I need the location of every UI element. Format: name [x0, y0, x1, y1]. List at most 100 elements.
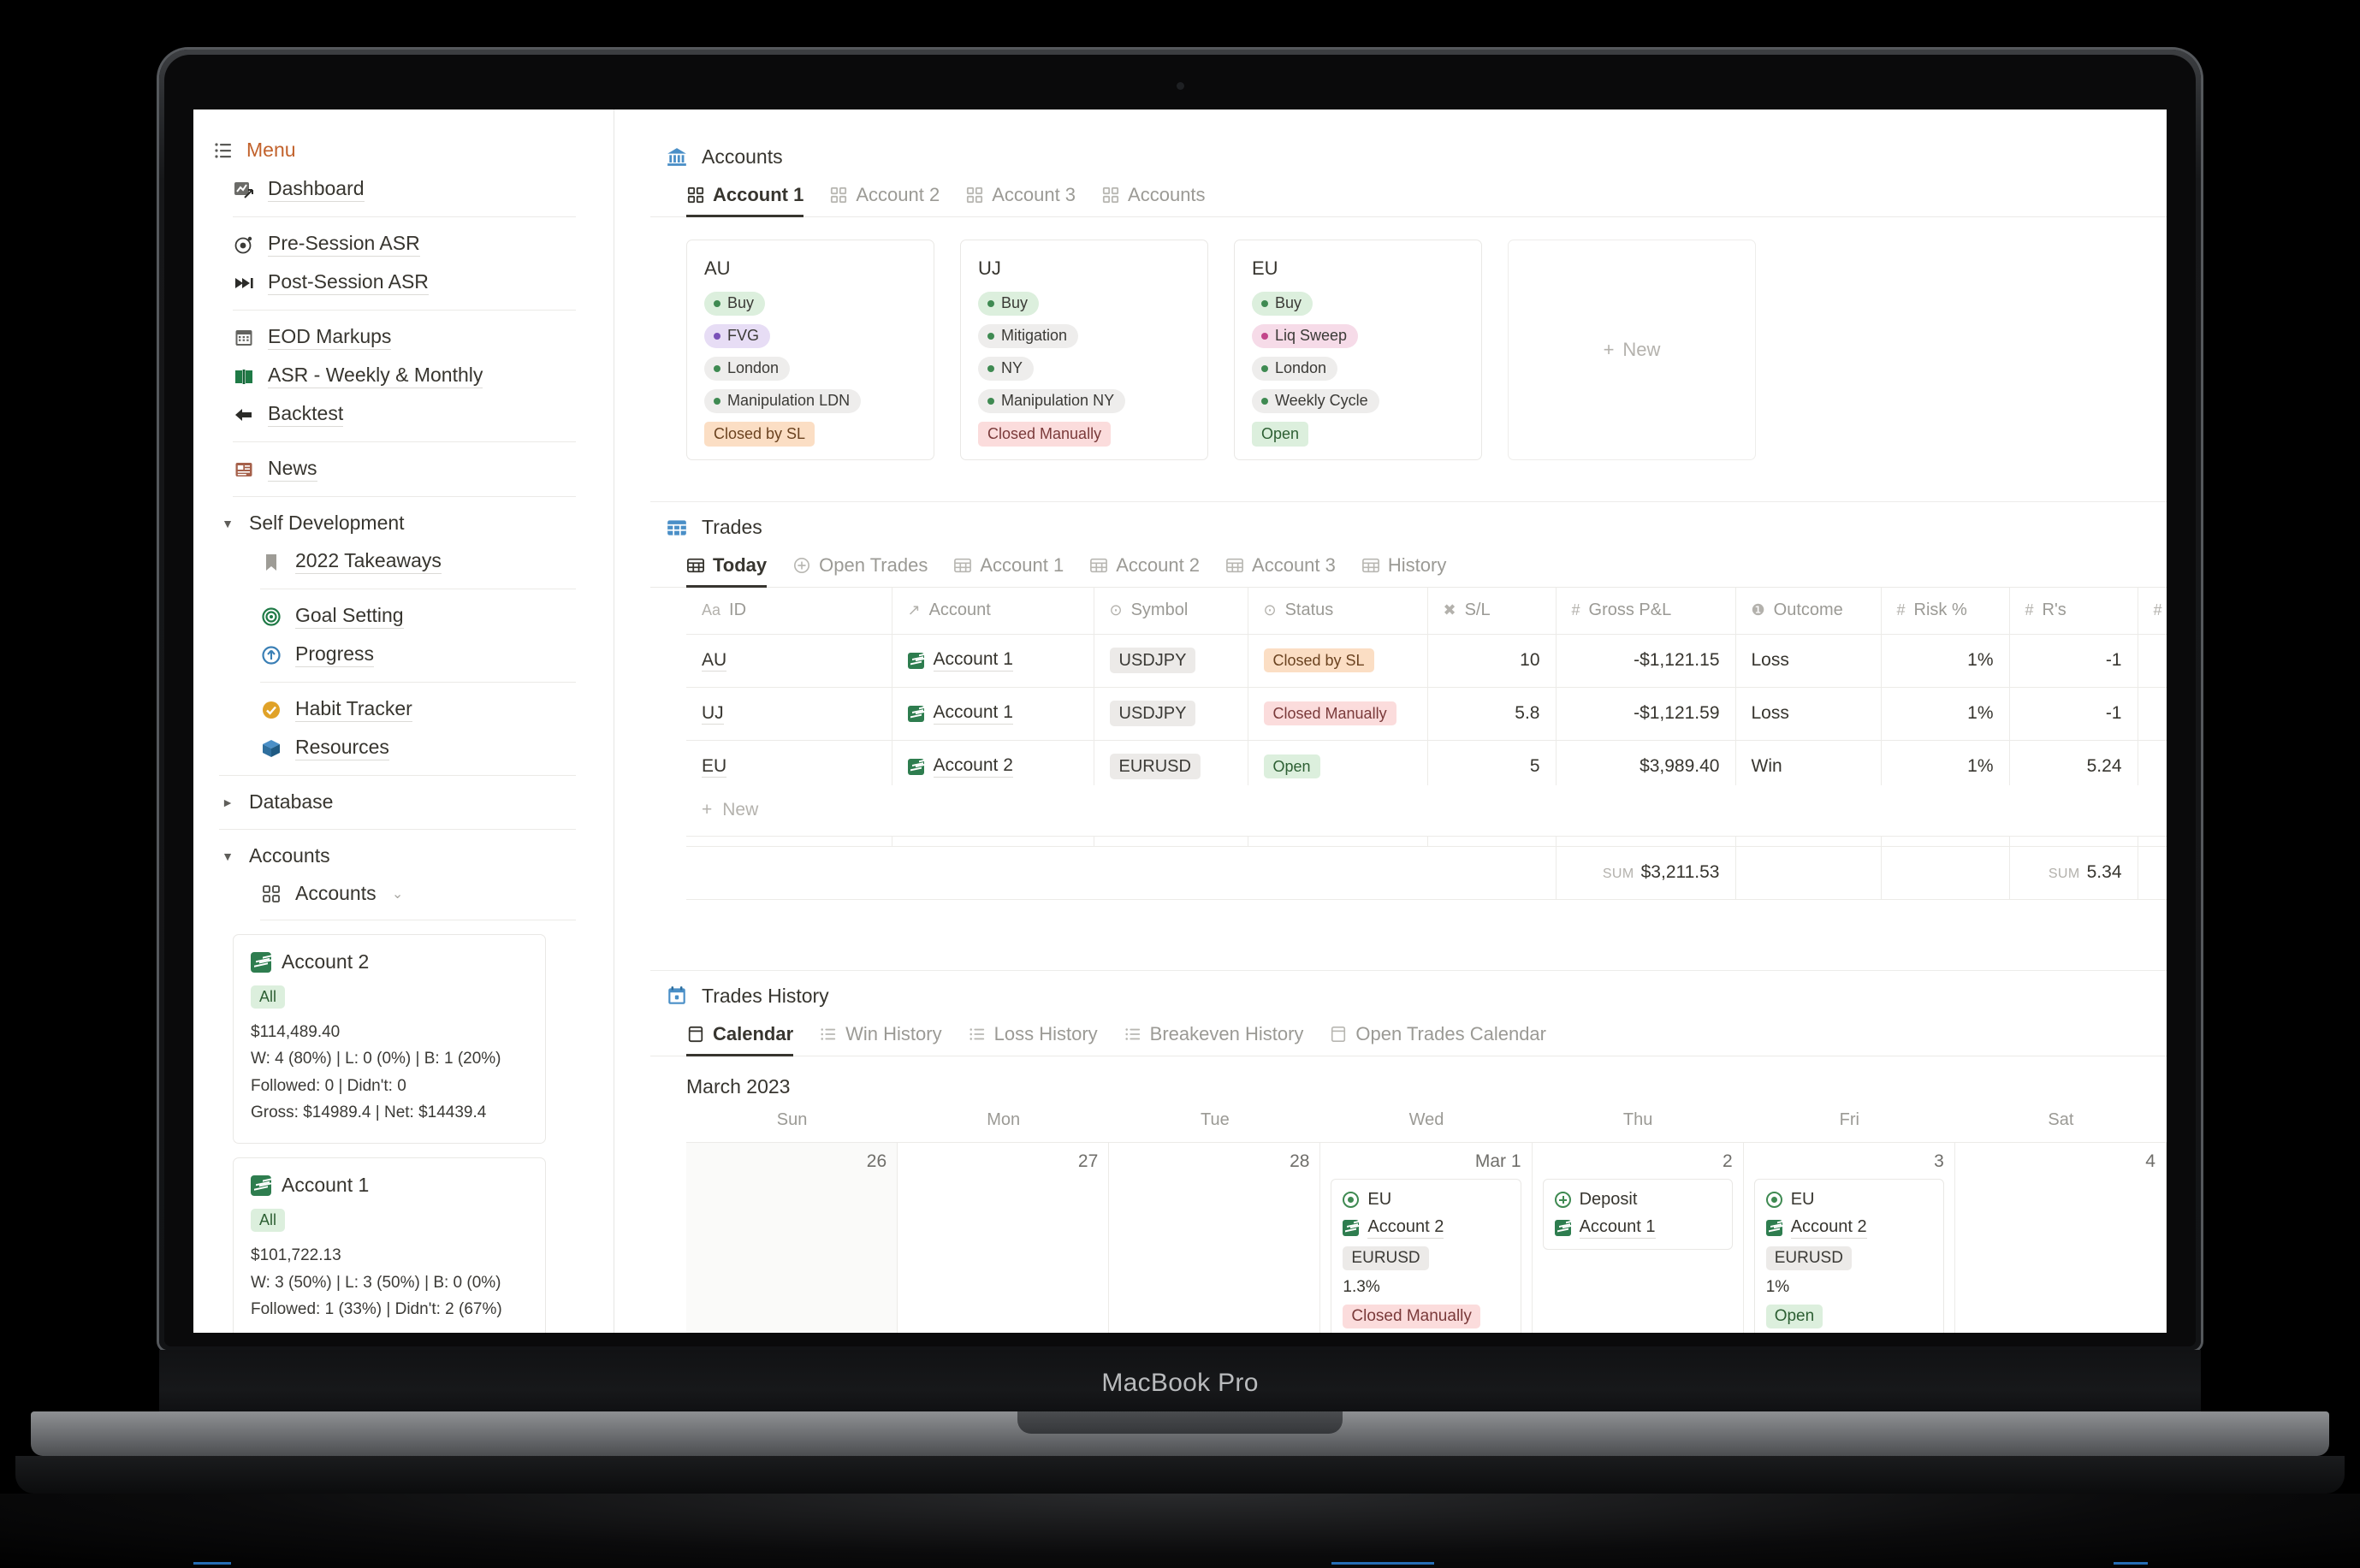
table-row[interactable]: AU Account 1 USDJPY Closed by SL 10 -$1,… — [686, 634, 2167, 688]
cell-account[interactable]: Account 1 — [892, 687, 1094, 741]
column-header-rs[interactable]: # R's — [2009, 588, 2138, 635]
sidebar-group-self-development[interactable]: ▼ Self Development — [214, 505, 576, 542]
calendar-event[interactable]: EU Account 2 EURUSD 1.3% Closed Manually — [1331, 1178, 1521, 1333]
calendar-day-cell[interactable]: 28 — [1109, 1142, 1321, 1333]
cell-symbol: USDJPY — [1094, 634, 1248, 688]
sidebar-item-label: Resources — [295, 736, 389, 760]
select-icon: ⊙ — [1263, 601, 1277, 619]
sidebar-group-accounts[interactable]: ▼ Accounts — [214, 837, 576, 875]
column-header-risk[interactable]: # Risk % — [1881, 588, 2010, 635]
cell-outcome: Loss — [1735, 634, 1882, 688]
trades-panel: Trades Today Open Trades Account 1 Accou… — [650, 501, 2167, 951]
chart-icon — [1765, 1219, 1782, 1236]
sidebar-item-dashboard[interactable]: Dashboard — [214, 170, 576, 209]
sidebar-item-accounts[interactable]: Accounts ⌄ — [214, 875, 576, 912]
calendar-weekday-header: Sun Mon Tue Wed Thu Fri Sat — [686, 1110, 2167, 1142]
tab-open-trades[interactable]: Open Trades — [792, 554, 928, 587]
cell-risk: 1% — [1881, 687, 2010, 741]
cell-gross: -$1,121.15 — [1556, 634, 1736, 688]
plus-ring-icon — [1554, 1191, 1571, 1208]
calendar-day-cell[interactable]: 27 — [898, 1142, 1110, 1333]
column-header-id[interactable]: Aa ID — [686, 588, 892, 635]
trade-card[interactable]: AU Buy FVG London Manipulation LDN Close… — [686, 240, 934, 460]
accounts-panel-title: Accounts — [702, 145, 783, 168]
column-header-status[interactable]: ⊙ Status — [1248, 588, 1428, 635]
event-account-line[interactable]: Account 2 — [1765, 1217, 1932, 1239]
account-card-badge: All — [251, 985, 286, 1009]
event-account-line[interactable]: Account 1 — [1554, 1217, 1721, 1239]
sidebar-item-habit-tracker[interactable]: Habit Tracker — [214, 690, 576, 729]
tab-win-history[interactable]: Win History — [819, 1023, 942, 1056]
account-summary-card[interactable]: Account 1 All $101,722.13 W: 3 (50%) | L… — [233, 1157, 546, 1333]
tab-account-1[interactable]: Account 1 — [686, 184, 804, 217]
tab-label: Breakeven History — [1149, 1022, 1304, 1044]
sidebar-item-label: 2022 Takeaways — [295, 549, 442, 574]
grid-icon — [260, 883, 282, 905]
tab-breakeven-history[interactable]: Breakeven History — [1124, 1022, 1304, 1056]
table-header-row: Aa ID ↗ Account ⊙ Symbol ⊙ Status ✖ S/L # Gros… — [686, 588, 2167, 635]
new-account-card-button[interactable]: + New — [1508, 240, 1756, 460]
tab-trades-history[interactable]: History — [1361, 554, 1446, 587]
column-header-account[interactable]: ↗ Account — [892, 588, 1094, 635]
tab-calendar[interactable]: Calendar — [686, 1023, 794, 1056]
up-arrow-circle-icon — [260, 644, 282, 666]
tab-today[interactable]: Today — [686, 554, 768, 588]
cell-id[interactable]: UJ — [686, 687, 892, 741]
sidebar-item-progress[interactable]: Progress — [214, 636, 576, 674]
cell-account[interactable]: Account 1 — [892, 634, 1094, 688]
screenshot-stage: Menu Dashboard Pre-Session ASR Post-Sess… — [0, 0, 2360, 1568]
calendar-day-cell[interactable]: Mar 1 EU Account 2 EURUSD 1.3% Closed Ma… — [1320, 1142, 1533, 1333]
chevron-down-icon[interactable]: ⌄ — [389, 885, 406, 902]
calendar-event[interactable]: Deposit Account 1 — [1542, 1178, 1733, 1250]
trade-card[interactable]: EU Buy Liq Sweep London Weekly Cycle Ope… — [1234, 240, 1482, 460]
reflection-fleck — [193, 1562, 231, 1565]
chevron-right-icon: ► — [222, 796, 234, 809]
tab-account-2[interactable]: Account 2 — [829, 184, 940, 216]
dot-icon — [714, 397, 720, 405]
new-trade-row-button[interactable]: + New — [686, 784, 2167, 837]
column-header-symbol[interactable]: ⊙ Symbol — [1094, 588, 1248, 635]
event-account-line[interactable]: Account 2 — [1343, 1217, 1509, 1239]
calendar-day-cell[interactable]: 26 — [686, 1142, 898, 1333]
cell-id[interactable]: AU — [686, 634, 892, 688]
sidebar-item-2022-takeaways[interactable]: 2022 Takeaways — [214, 542, 576, 581]
chart-icon — [907, 652, 924, 669]
account-summary-card[interactable]: Account 2 All $114,489.40 W: 4 (80%) | L… — [233, 934, 546, 1145]
sidebar-item-resources[interactable]: Resources — [214, 729, 576, 767]
sidebar-item-news[interactable]: News — [214, 450, 576, 488]
sidebar-item-post-session-asr[interactable]: Post-Session ASR — [214, 263, 576, 302]
column-header-outcome[interactable]: ❶ Outcome — [1735, 588, 1882, 635]
sidebar-item-goal-setting[interactable]: Goal Setting — [214, 597, 576, 636]
sidebar-item-label: Goal Setting — [295, 604, 404, 629]
tab-open-trades-calendar[interactable]: Open Trades Calendar — [1329, 1023, 1546, 1056]
calendar-day-cell[interactable]: 4 — [1955, 1142, 2167, 1333]
sidebar-item-eod-markups[interactable]: EOD Markups — [214, 318, 576, 357]
tab-loss-history[interactable]: Loss History — [968, 1023, 1098, 1056]
tab-trades-account-1[interactable]: Account 1 — [953, 554, 1064, 587]
webcam-icon — [1177, 82, 1184, 90]
calendar-event[interactable]: EU Account 2 EURUSD 1% Open — [1753, 1178, 1944, 1333]
calendar-day-cell[interactable]: 2 Deposit Account 1 — [1533, 1142, 1744, 1333]
sidebar-item-asr-weekly-monthly[interactable]: ASR - Weekly & Monthly — [214, 357, 576, 395]
sidebar-group-label: Self Development — [249, 512, 405, 534]
sidebar-item-backtest[interactable]: Backtest — [214, 395, 576, 434]
day-number: 4 — [2145, 1151, 2155, 1171]
calendar-day-cell[interactable]: 3 EU Account 2 EURUSD 1% Open — [1744, 1142, 1955, 1333]
column-header-sl[interactable]: ✖ S/L — [1427, 588, 1557, 635]
column-header-result[interactable]: #Result % — [2138, 588, 2167, 635]
trade-card[interactable]: UJ Buy Mitigation NY Manipulation NY Clo… — [960, 240, 1208, 460]
column-header-gross-pl[interactable]: # Gross P&L — [1556, 588, 1736, 635]
tab-account-3[interactable]: Account 3 — [965, 184, 1076, 216]
calendar-month-label: March 2023 — [686, 1074, 791, 1098]
tab-accounts[interactable]: Accounts — [1101, 184, 1206, 216]
tab-trades-account-3[interactable]: Account 3 — [1225, 554, 1336, 587]
sidebar-item-pre-session-asr[interactable]: Pre-Session ASR — [214, 225, 576, 263]
laptop-base-shadow — [15, 1456, 2345, 1494]
account-card-title: Account 2 — [251, 950, 528, 973]
calendar-view-icon — [1329, 1025, 1348, 1044]
table-row[interactable]: UJ Account 1 USDJPY Closed Manually 5.8 … — [686, 687, 2167, 741]
weekday-label: Wed — [1408, 1109, 1444, 1129]
table-icon — [953, 556, 972, 575]
tab-trades-account-2[interactable]: Account 2 — [1089, 554, 1200, 587]
sidebar-group-database[interactable]: ► Database — [214, 784, 576, 821]
